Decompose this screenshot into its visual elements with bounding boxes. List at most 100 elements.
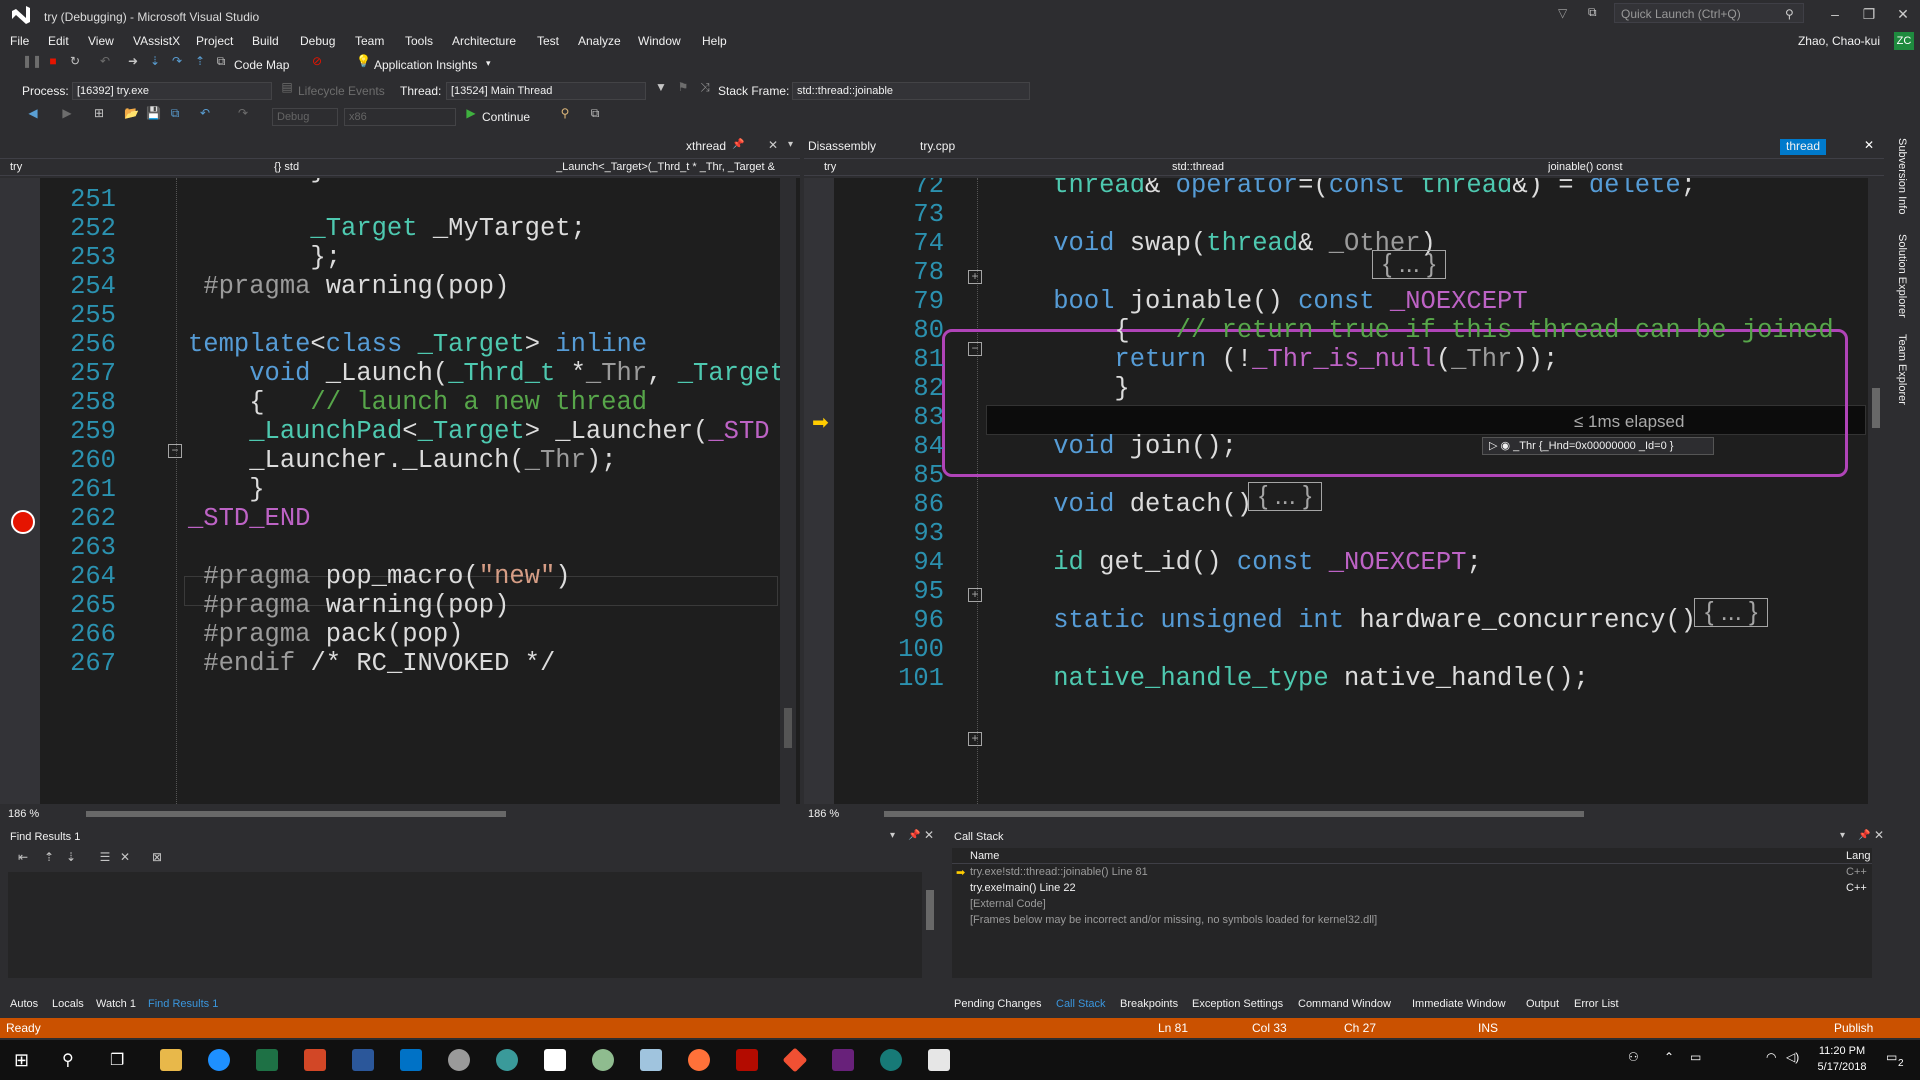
code-line[interactable]: #pragma warning(pop) [188, 272, 509, 301]
nav-project-dropdown[interactable]: try [824, 161, 1154, 173]
close-panel-icon[interactable]: ✕ [924, 828, 934, 842]
excel-icon[interactable] [256, 1049, 278, 1071]
edge-icon[interactable] [208, 1049, 230, 1071]
call-stack-row[interactable]: [Frames below may be incorrect and/or mi… [952, 914, 1872, 928]
minimize-button[interactable]: – [1822, 4, 1848, 24]
pin-icon[interactable]: 📌 [1858, 830, 1870, 841]
tab-output[interactable]: Output [1526, 998, 1559, 1010]
open-file-icon[interactable]: 📂 [124, 106, 139, 120]
nav-scope-dropdown[interactable]: std::thread [1172, 161, 1502, 173]
code-line[interactable]: { // return true if this thread can be j… [992, 316, 1833, 345]
chevron-down-icon[interactable]: ▾ [890, 830, 895, 841]
tab-command-window[interactable]: Command Window [1298, 998, 1391, 1010]
code-line[interactable]: return (!_Thr_is_null(_Thr)); [992, 345, 1558, 374]
app-icon[interactable] [592, 1049, 614, 1071]
tab-find-results-1[interactable]: Find Results 1 [148, 998, 218, 1010]
left-zoom-select[interactable]: 186 % [8, 808, 39, 820]
expand-arrow-icon[interactable]: ▷ ◉ [1489, 440, 1513, 452]
stop-icon[interactable]: ■ [46, 54, 60, 68]
application-insights-button[interactable]: Application Insights [374, 58, 477, 72]
code-line[interactable]: template<class _Target> inline [188, 330, 647, 359]
tab-thread[interactable]: thread [1780, 139, 1827, 155]
continue-button[interactable]: Continue [482, 110, 530, 124]
notifications-icon[interactable]: ▭ [1886, 1050, 1897, 1064]
column-language[interactable]: Lang [1846, 850, 1870, 862]
flag-icon[interactable]: ⚑ [676, 80, 690, 94]
app-icon[interactable] [448, 1049, 470, 1071]
right-glyph-margin[interactable] [804, 178, 834, 806]
tab-disassembly[interactable]: Disassembly [808, 139, 876, 153]
chevron-down-icon[interactable]: ▾ [788, 139, 793, 150]
left-horizontal-scrollbar[interactable] [76, 806, 776, 822]
pause-icon[interactable]: ❚❚ [22, 54, 42, 68]
avatar[interactable]: ZC [1894, 32, 1914, 50]
app-icon[interactable] [880, 1049, 902, 1071]
code-line[interactable]: id get_id() const _NOEXCEPT; [992, 548, 1482, 577]
menu-debug[interactable]: Debug [300, 34, 335, 48]
expand-icon[interactable]: + [968, 270, 982, 284]
collapse-icon[interactable]: − [168, 444, 182, 458]
code-line[interactable]: #endif /* RC_INVOKED */ [188, 649, 555, 678]
tab-try-cpp[interactable]: try.cpp [920, 139, 955, 153]
close-panel-icon[interactable]: ✕ [1874, 828, 1884, 842]
menu-window[interactable]: Window [638, 34, 681, 48]
solution-explorer-icon[interactable]: ⧉ [588, 106, 602, 120]
cancel-icon[interactable]: ⊠ [150, 850, 164, 864]
right-horizontal-scrollbar[interactable] [876, 806, 1876, 822]
app-icon[interactable] [544, 1049, 566, 1071]
step-into-icon[interactable]: ➜ [126, 54, 140, 68]
expand-icon[interactable]: + [968, 588, 982, 602]
continue-icon[interactable]: ▶ [464, 106, 478, 120]
clock-date[interactable]: 5/17/2018 [1812, 1061, 1872, 1073]
nav-scope-dropdown[interactable]: {} std [274, 161, 524, 173]
pin-icon[interactable]: 📌 [908, 830, 920, 841]
next-result-icon[interactable]: ⇣ [64, 850, 78, 864]
call-stack-row[interactable]: try.exe!main() Line 22 C++ [952, 882, 1872, 896]
code-line[interactable]: #pragma pop_macro("new") [188, 562, 570, 591]
step-out-icon[interactable]: ↷ [170, 54, 184, 68]
filter-icon[interactable]: ▽ [1558, 6, 1567, 20]
clear-all-icon[interactable]: ☰ [98, 850, 112, 864]
nav-member-dropdown[interactable]: joinable() const [1548, 161, 1878, 173]
menu-tools[interactable]: Tools [405, 34, 433, 48]
publish-button[interactable]: Publish [1834, 1021, 1873, 1035]
lifecycle-events-button[interactable]: Lifecycle Events [298, 84, 385, 98]
firefox-icon[interactable] [688, 1049, 710, 1071]
perftip-elapsed[interactable]: ≤ 1ms elapsed [1574, 412, 1684, 432]
code-line[interactable]: void detach() [992, 490, 1252, 519]
tab-xthread[interactable]: xthread [686, 139, 726, 153]
new-project-icon[interactable]: ⊞ [92, 106, 106, 120]
menu-vassistx[interactable]: VAssistX [133, 34, 180, 48]
call-stack-row[interactable]: ➡ try.exe!std::thread::joinable() Line 8… [952, 866, 1872, 880]
step-back-icon[interactable]: ⇡ [193, 54, 207, 68]
tab-exception-settings[interactable]: Exception Settings [1192, 998, 1283, 1010]
save-all-icon[interactable]: ⧉ [168, 106, 182, 120]
menu-file[interactable]: File [10, 34, 29, 48]
app-icon[interactable] [640, 1049, 662, 1071]
word-icon[interactable] [352, 1049, 374, 1071]
menu-analyze[interactable]: Analyze [578, 34, 621, 48]
redo-icon[interactable]: ↷ [236, 106, 250, 120]
previous-result-icon[interactable]: ⇡ [42, 850, 56, 864]
side-tab-team-explorer[interactable]: Team Explorer [1896, 334, 1908, 405]
code-line[interactable]: void join(); [992, 432, 1237, 461]
tab-watch-1[interactable]: Watch 1 [96, 998, 136, 1010]
navigate-forward-icon[interactable]: ▶ [60, 106, 74, 120]
people-icon[interactable]: ⚇ [1628, 1050, 1639, 1064]
windows-start-icon[interactable]: ⊞ [14, 1050, 29, 1071]
toggle-external-code-icon[interactable]: ⤨ [698, 80, 712, 94]
task-view-icon[interactable]: ❐ [110, 1050, 124, 1070]
code-line[interactable]: native_handle_type native_handle(); [992, 664, 1589, 693]
show-next-statement-icon[interactable]: ↶ [98, 54, 112, 68]
user-name[interactable]: Zhao, Chao-kui [1798, 34, 1880, 48]
code-line[interactable]: _LaunchPad<_Target> _Launcher(_STD [188, 417, 769, 446]
code-line[interactable]: _STD_END [188, 504, 310, 533]
chevron-down-icon[interactable]: ▾ [1840, 830, 1845, 841]
collapsed-region-swap[interactable]: { ... } [1372, 250, 1447, 279]
application-insights-icon[interactable]: 💡 [356, 54, 371, 68]
platform-select[interactable]: x86 [344, 108, 456, 126]
git-icon[interactable] [782, 1047, 808, 1073]
wifi-icon[interactable]: ◠ [1766, 1050, 1776, 1064]
file-explorer-icon[interactable] [160, 1049, 182, 1071]
nav-member-dropdown[interactable]: _Launch<_Target>(_Thrd_t * _Thr, _Target… [556, 161, 796, 173]
